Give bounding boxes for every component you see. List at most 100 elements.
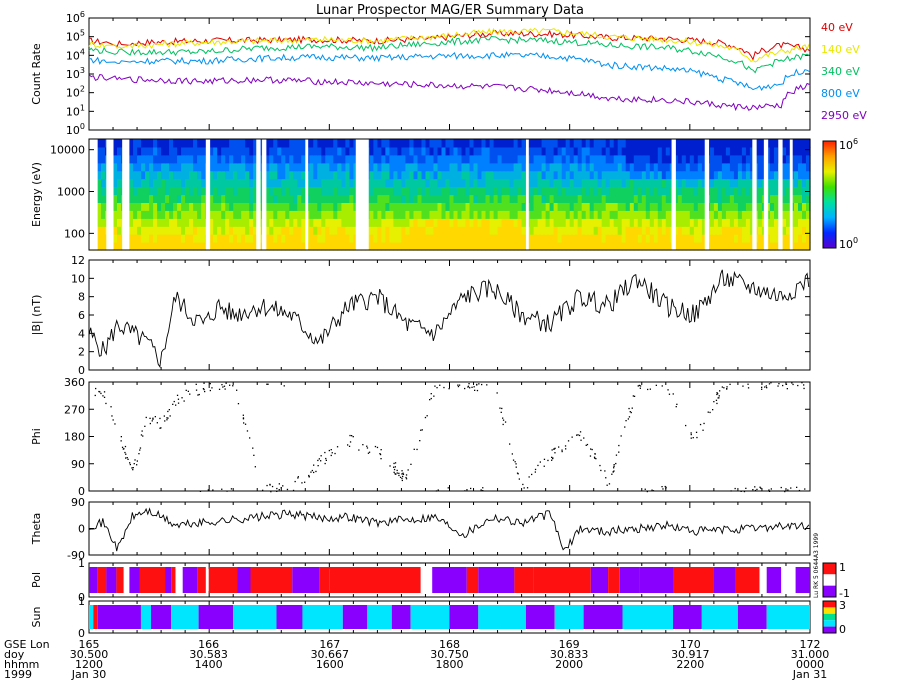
spectrogram-cell	[177, 162, 182, 172]
spectrogram-cell	[557, 139, 563, 148]
phi-point	[125, 453, 127, 455]
spectrogram-cell	[461, 226, 467, 235]
sun-segment	[342, 605, 368, 629]
spectrogram-cell	[802, 178, 807, 188]
spectrogram-cell	[629, 154, 635, 164]
spectrogram-cell	[697, 186, 703, 196]
spectrogram-cell	[553, 194, 559, 203]
spectrogram-cell	[165, 226, 170, 235]
spectrogram-cell	[513, 226, 519, 235]
spectrogram-cell	[493, 218, 499, 227]
phi-point	[726, 386, 728, 388]
spectrogram-cell	[165, 218, 170, 227]
spectrogram-cell	[553, 146, 559, 156]
spectrogram-cell	[273, 186, 278, 196]
spectrogram-cell	[553, 218, 559, 227]
phi-point	[140, 434, 143, 436]
phi-point	[429, 399, 431, 401]
phi-point	[478, 383, 480, 385]
spectrogram-cell	[269, 170, 274, 180]
spectrogram-cell	[329, 226, 334, 235]
phi-point	[399, 476, 402, 478]
phi-point	[637, 385, 639, 387]
spectrogram-cell	[637, 194, 643, 203]
spectrogram-cell	[513, 146, 519, 156]
phi-point	[141, 430, 143, 432]
spectrogram-cell	[389, 139, 394, 148]
spectrogram-cell	[593, 178, 599, 188]
spectrogram-cell	[201, 194, 206, 203]
spectrogram-cell	[794, 194, 799, 203]
spectrogram-cell	[741, 154, 747, 164]
spectrogram-cell	[645, 218, 651, 227]
spectrogram-cell	[189, 218, 194, 227]
spectrogram-cell	[141, 202, 146, 211]
phi-point	[690, 437, 692, 439]
count_rate-ylabel: Count Rate	[30, 43, 43, 105]
spectrogram-cell	[245, 178, 250, 188]
spectrogram-cell	[177, 178, 182, 188]
spectrogram-cell	[313, 139, 318, 148]
spectrogram-cell	[281, 162, 286, 172]
spectrogram-cell	[213, 194, 218, 203]
spectrogram-cell	[593, 234, 599, 243]
spectrogram-cell	[169, 162, 174, 172]
spectrogram-cell	[661, 154, 667, 164]
spectrogram-cell	[313, 202, 318, 211]
spectrogram-cell	[653, 154, 659, 164]
phi-point	[334, 452, 336, 455]
spectrogram-cell	[221, 218, 226, 227]
spectrogram-cell	[581, 162, 587, 172]
spectrogram-cell	[289, 218, 294, 227]
spectrogram-cell	[521, 146, 527, 156]
spectrogram-cell	[321, 226, 326, 235]
spectrogram-cell	[609, 218, 615, 227]
spectrogram-cell	[573, 154, 579, 164]
spectrogram-cell	[569, 146, 575, 156]
spectrogram-cell	[97, 178, 102, 188]
phi-point	[613, 464, 615, 466]
spectrogram-cell	[625, 242, 631, 251]
spectrogram-cell	[589, 139, 595, 148]
spectrogram-cell	[433, 194, 439, 203]
spectrogram-cell	[469, 202, 475, 211]
spectrogram-cell	[533, 146, 539, 156]
spectrogram-cell	[321, 146, 326, 156]
spectrogram-cell	[289, 139, 294, 148]
spectrogram-cell	[393, 210, 398, 219]
spectrogram-cell	[165, 186, 170, 196]
spectrogram-cell	[317, 146, 322, 156]
spectrogram-cell	[145, 186, 150, 196]
phi-point	[124, 451, 126, 454]
spectrogram-cell	[317, 154, 322, 164]
phi-point	[348, 445, 351, 447]
phi-point	[218, 388, 221, 390]
spectrogram-cell	[133, 178, 138, 188]
spectrogram-cell	[633, 186, 639, 196]
spectrogram-cell	[637, 210, 643, 219]
spectrogram-cell	[505, 154, 511, 164]
count_rate-y-tick-label: 102	[66, 85, 85, 100]
spectrogram-cell	[721, 178, 727, 188]
spectrogram-cell	[401, 146, 406, 156]
spectrogram-cell	[297, 218, 302, 227]
spectrogram-cell	[225, 170, 230, 180]
spectrogram-cell	[449, 194, 455, 203]
spectrogram-cell	[685, 139, 691, 148]
spectrogram-cell	[621, 210, 627, 219]
spectrogram-cell	[693, 162, 699, 172]
spectrogram-cell	[233, 234, 238, 243]
spectrogram-cell	[709, 154, 715, 164]
spectrogram-cell	[465, 218, 471, 227]
spectrogram-cell	[157, 170, 162, 180]
spectrogram-cell	[725, 162, 731, 172]
spectrogram-cell	[217, 146, 222, 156]
spectrogram-cell	[417, 226, 423, 235]
spectrogram-cell	[277, 154, 282, 164]
phi-point	[692, 437, 694, 439]
spectrogram-cell	[794, 170, 799, 180]
spectrogram-cell	[509, 186, 515, 196]
spectrogram-cell	[729, 146, 735, 156]
spectrogram-cell	[421, 178, 427, 188]
spectrogram-cell	[153, 139, 158, 148]
